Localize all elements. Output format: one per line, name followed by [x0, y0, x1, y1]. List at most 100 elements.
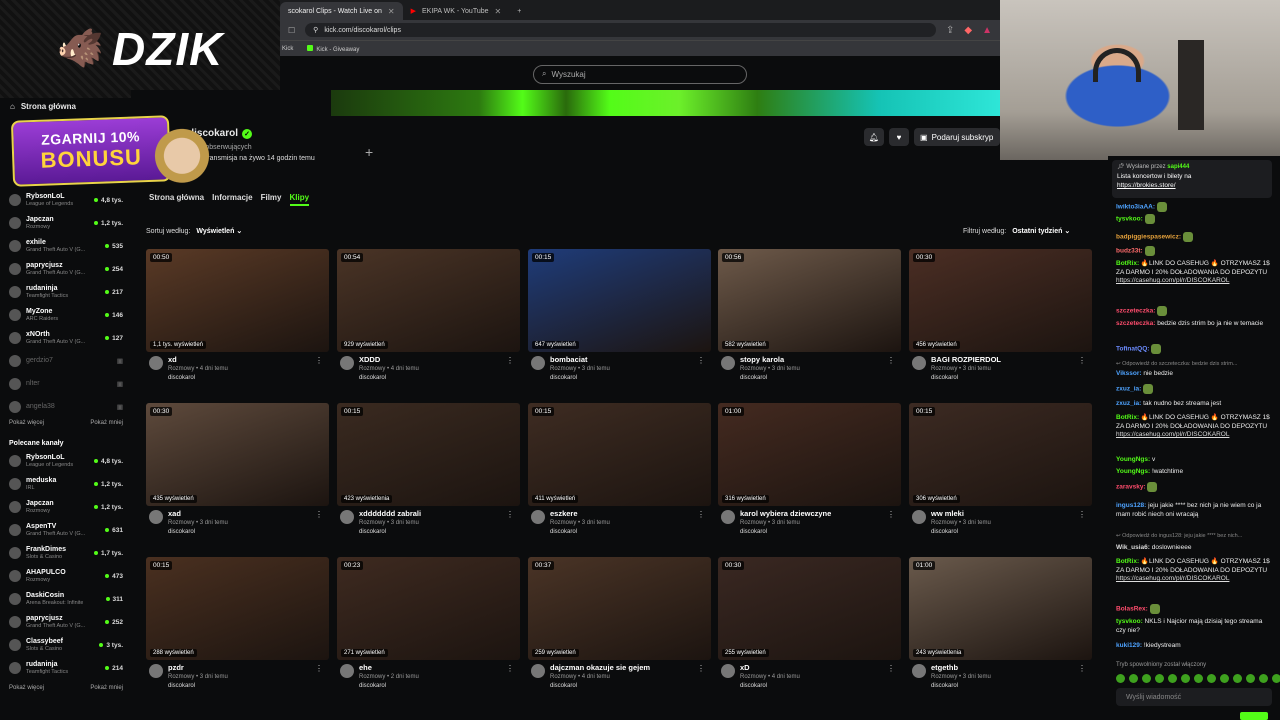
chat-username[interactable]: badpiggiespasewicz:: [1116, 234, 1181, 241]
show-less-link[interactable]: Pokaż mniej: [90, 685, 123, 691]
clip-title[interactable]: xD: [740, 663, 800, 673]
clip-channel[interactable]: discokarol: [168, 528, 228, 537]
sidebar-channel[interactable]: Classybeef Slots & Casino 3 tys.: [9, 635, 123, 655]
avatar[interactable]: [721, 664, 735, 678]
emote-icon[interactable]: [1194, 674, 1203, 683]
chat-username[interactable]: szczeteczka:: [1116, 308, 1155, 315]
more-options-icon[interactable]: ⋮: [315, 356, 323, 365]
clip-channel[interactable]: discokarol: [550, 374, 610, 383]
avatar[interactable]: [149, 510, 163, 524]
sidebar-channel[interactable]: MyZone ARC Raiders 146: [9, 305, 123, 325]
emote-icon[interactable]: [1168, 674, 1177, 683]
chat-send-button[interactable]: [1240, 712, 1268, 720]
emote-icon[interactable]: [1259, 674, 1268, 683]
add-icon[interactable]: +: [365, 144, 373, 160]
emote-icon[interactable]: [1129, 674, 1138, 683]
more-options-icon[interactable]: ⋮: [315, 510, 323, 519]
sort-dropdown[interactable]: Wyświetleń ⌄: [196, 227, 242, 235]
chat-username[interactable]: Vikssor:: [1116, 370, 1142, 377]
sidebar-home[interactable]: ⌂ Strona główna: [10, 102, 76, 111]
chat-username[interactable]: zaravsky:: [1116, 484, 1146, 491]
more-options-icon[interactable]: ⋮: [697, 510, 705, 519]
chat-link[interactable]: https://casehug.com/pl/r/DISCOKAROL: [1116, 575, 1229, 582]
more-options-icon[interactable]: ⋮: [887, 664, 895, 673]
emote-icon[interactable]: [1272, 674, 1280, 683]
chat-username[interactable]: Wik_usia6:: [1116, 544, 1150, 551]
show-less-link[interactable]: Pokaż mniej: [90, 420, 123, 426]
sidebar-channel[interactable]: FrankDimes Slots & Casino 1,7 tys.: [9, 543, 123, 563]
sidebar-channel[interactable]: Japczan Rozmowy 1,2 tys.: [9, 497, 123, 517]
sidebar-channel[interactable]: RybsonLoL League of Legends 4,8 tys.: [9, 451, 123, 471]
gift-sub-button[interactable]: ▣ Podaruj subskryp: [914, 128, 1000, 146]
pinned-message[interactable]: 📌︎ Wysłane przez sapi444 Lista koncertow…: [1112, 160, 1272, 198]
chat-username[interactable]: YoungNgs:: [1116, 456, 1150, 463]
avatar[interactable]: [912, 664, 926, 678]
clip-thumbnail[interactable]: 00:50 1,1 tys. wyświetleń: [146, 249, 329, 352]
more-options-icon[interactable]: ⋮: [1078, 356, 1086, 365]
avatar[interactable]: [340, 510, 354, 524]
clip-card[interactable]: 01:00 243 wyświetlenia etgethb Rozmowy • 3 …: [909, 557, 1092, 697]
clip-card[interactable]: 00:30 456 wyświetleń BAGI ROZPIERDOL Rozmow…: [909, 249, 1092, 389]
clip-thumbnail[interactable]: 00:30 456 wyświetleń: [909, 249, 1092, 352]
emote-icon[interactable]: [1181, 674, 1190, 683]
clip-channel[interactable]: discokarol: [740, 528, 831, 537]
clip-card[interactable]: 00:15 306 wyświetleń ww mleki Rozmowy • 3 d…: [909, 403, 1092, 543]
clip-card[interactable]: 00:15 411 wyświetleń eszkere Rozmowy • 3 dn…: [528, 403, 711, 543]
pinned-link[interactable]: https://brokies.store/: [1117, 182, 1176, 189]
clip-thumbnail[interactable]: 00:37 259 wyświetleń: [528, 557, 711, 660]
clip-thumbnail[interactable]: 00:23 271 wyświetleń: [337, 557, 520, 660]
chat-username[interactable]: ingus128:: [1116, 502, 1146, 509]
clip-channel[interactable]: discokarol: [931, 682, 991, 691]
clip-title[interactable]: BAGI ROZPIERDOL: [931, 355, 1001, 365]
clip-thumbnail[interactable]: 00:15 647 wyświetleń: [528, 249, 711, 352]
clip-thumbnail[interactable]: 00:56 582 wyświetleń: [718, 249, 901, 352]
clip-card[interactable]: 00:50 1,1 tys. wyświetleń xd Rozmowy • 4 dn…: [146, 249, 329, 389]
emote-icon[interactable]: [1142, 674, 1151, 683]
avatar[interactable]: [912, 510, 926, 524]
clip-thumbnail[interactable]: 00:30 255 wyświetleń: [718, 557, 901, 660]
chat-username[interactable]: budz33t:: [1116, 248, 1143, 255]
clip-title[interactable]: xd: [168, 355, 228, 365]
sidebar-channel[interactable]: meduska IRL 1,2 tys.: [9, 474, 123, 494]
filter-dropdown[interactable]: Ostatni tydzień ⌄: [1012, 227, 1070, 235]
avatar[interactable]: [721, 356, 735, 370]
clip-channel[interactable]: discokarol: [550, 528, 610, 537]
more-options-icon[interactable]: ⋮: [887, 356, 895, 365]
avatar[interactable]: [149, 356, 163, 370]
clip-thumbnail[interactable]: 00:15 288 wyświetleń: [146, 557, 329, 660]
clip-card[interactable]: 01:00 316 wyświetleń karol wybiera dziewcz…: [718, 403, 901, 543]
clip-title[interactable]: ww mleki: [931, 509, 991, 519]
clip-thumbnail[interactable]: 00:30 435 wyświetleń: [146, 403, 329, 506]
chat-username[interactable]: YoungNgs:: [1116, 468, 1150, 475]
notification-bell-button[interactable]: 🔔︎: [864, 128, 884, 146]
clip-title[interactable]: ehe: [359, 663, 419, 673]
clip-card[interactable]: 00:15 647 wyświetleń bombaciat Rozmowy • 3 …: [528, 249, 711, 389]
site-info-icon[interactable]: ⚲: [313, 26, 318, 34]
chat-username[interactable]: kuki129:: [1116, 642, 1142, 649]
emote-icon[interactable]: [1207, 674, 1216, 683]
clip-channel[interactable]: discokarol: [168, 374, 228, 383]
clip-channel[interactable]: discokarol: [740, 374, 800, 383]
clip-channel[interactable]: discokarol: [168, 682, 228, 691]
more-options-icon[interactable]: ⋮: [697, 356, 705, 365]
avatar[interactable]: [531, 510, 545, 524]
avatar[interactable]: [912, 356, 926, 370]
clip-thumbnail[interactable]: 01:00 316 wyświetleń: [718, 403, 901, 506]
share-icon[interactable]: ⇪: [946, 25, 954, 36]
chat-username[interactable]: BotRix:: [1116, 558, 1139, 565]
chat-username[interactable]: zxuz_ia:: [1116, 386, 1141, 393]
chat-username[interactable]: TofinatQQ:: [1116, 346, 1149, 353]
chat-username[interactable]: BotRix:: [1116, 260, 1139, 267]
more-options-icon[interactable]: ⋮: [315, 664, 323, 673]
clip-title[interactable]: XDDD: [359, 355, 419, 365]
close-tab-icon[interactable]: ✕: [495, 7, 502, 16]
brave-shield-icon[interactable]: ◆: [964, 25, 972, 36]
clip-channel[interactable]: discokarol: [931, 374, 1001, 383]
more-options-icon[interactable]: ⋮: [506, 356, 514, 365]
search-input[interactable]: ⌕ Wyszukaj: [533, 64, 747, 84]
more-options-icon[interactable]: ⋮: [887, 510, 895, 519]
clip-card[interactable]: 00:23 271 wyświetleń ehe Rozmowy • 2 dni te…: [337, 557, 520, 697]
clip-channel[interactable]: discokarol: [359, 682, 419, 691]
sidebar-channel[interactable]: xNOrth Grand Theft Auto V (G... 127: [9, 328, 123, 348]
clip-channel[interactable]: discokarol: [359, 374, 419, 383]
